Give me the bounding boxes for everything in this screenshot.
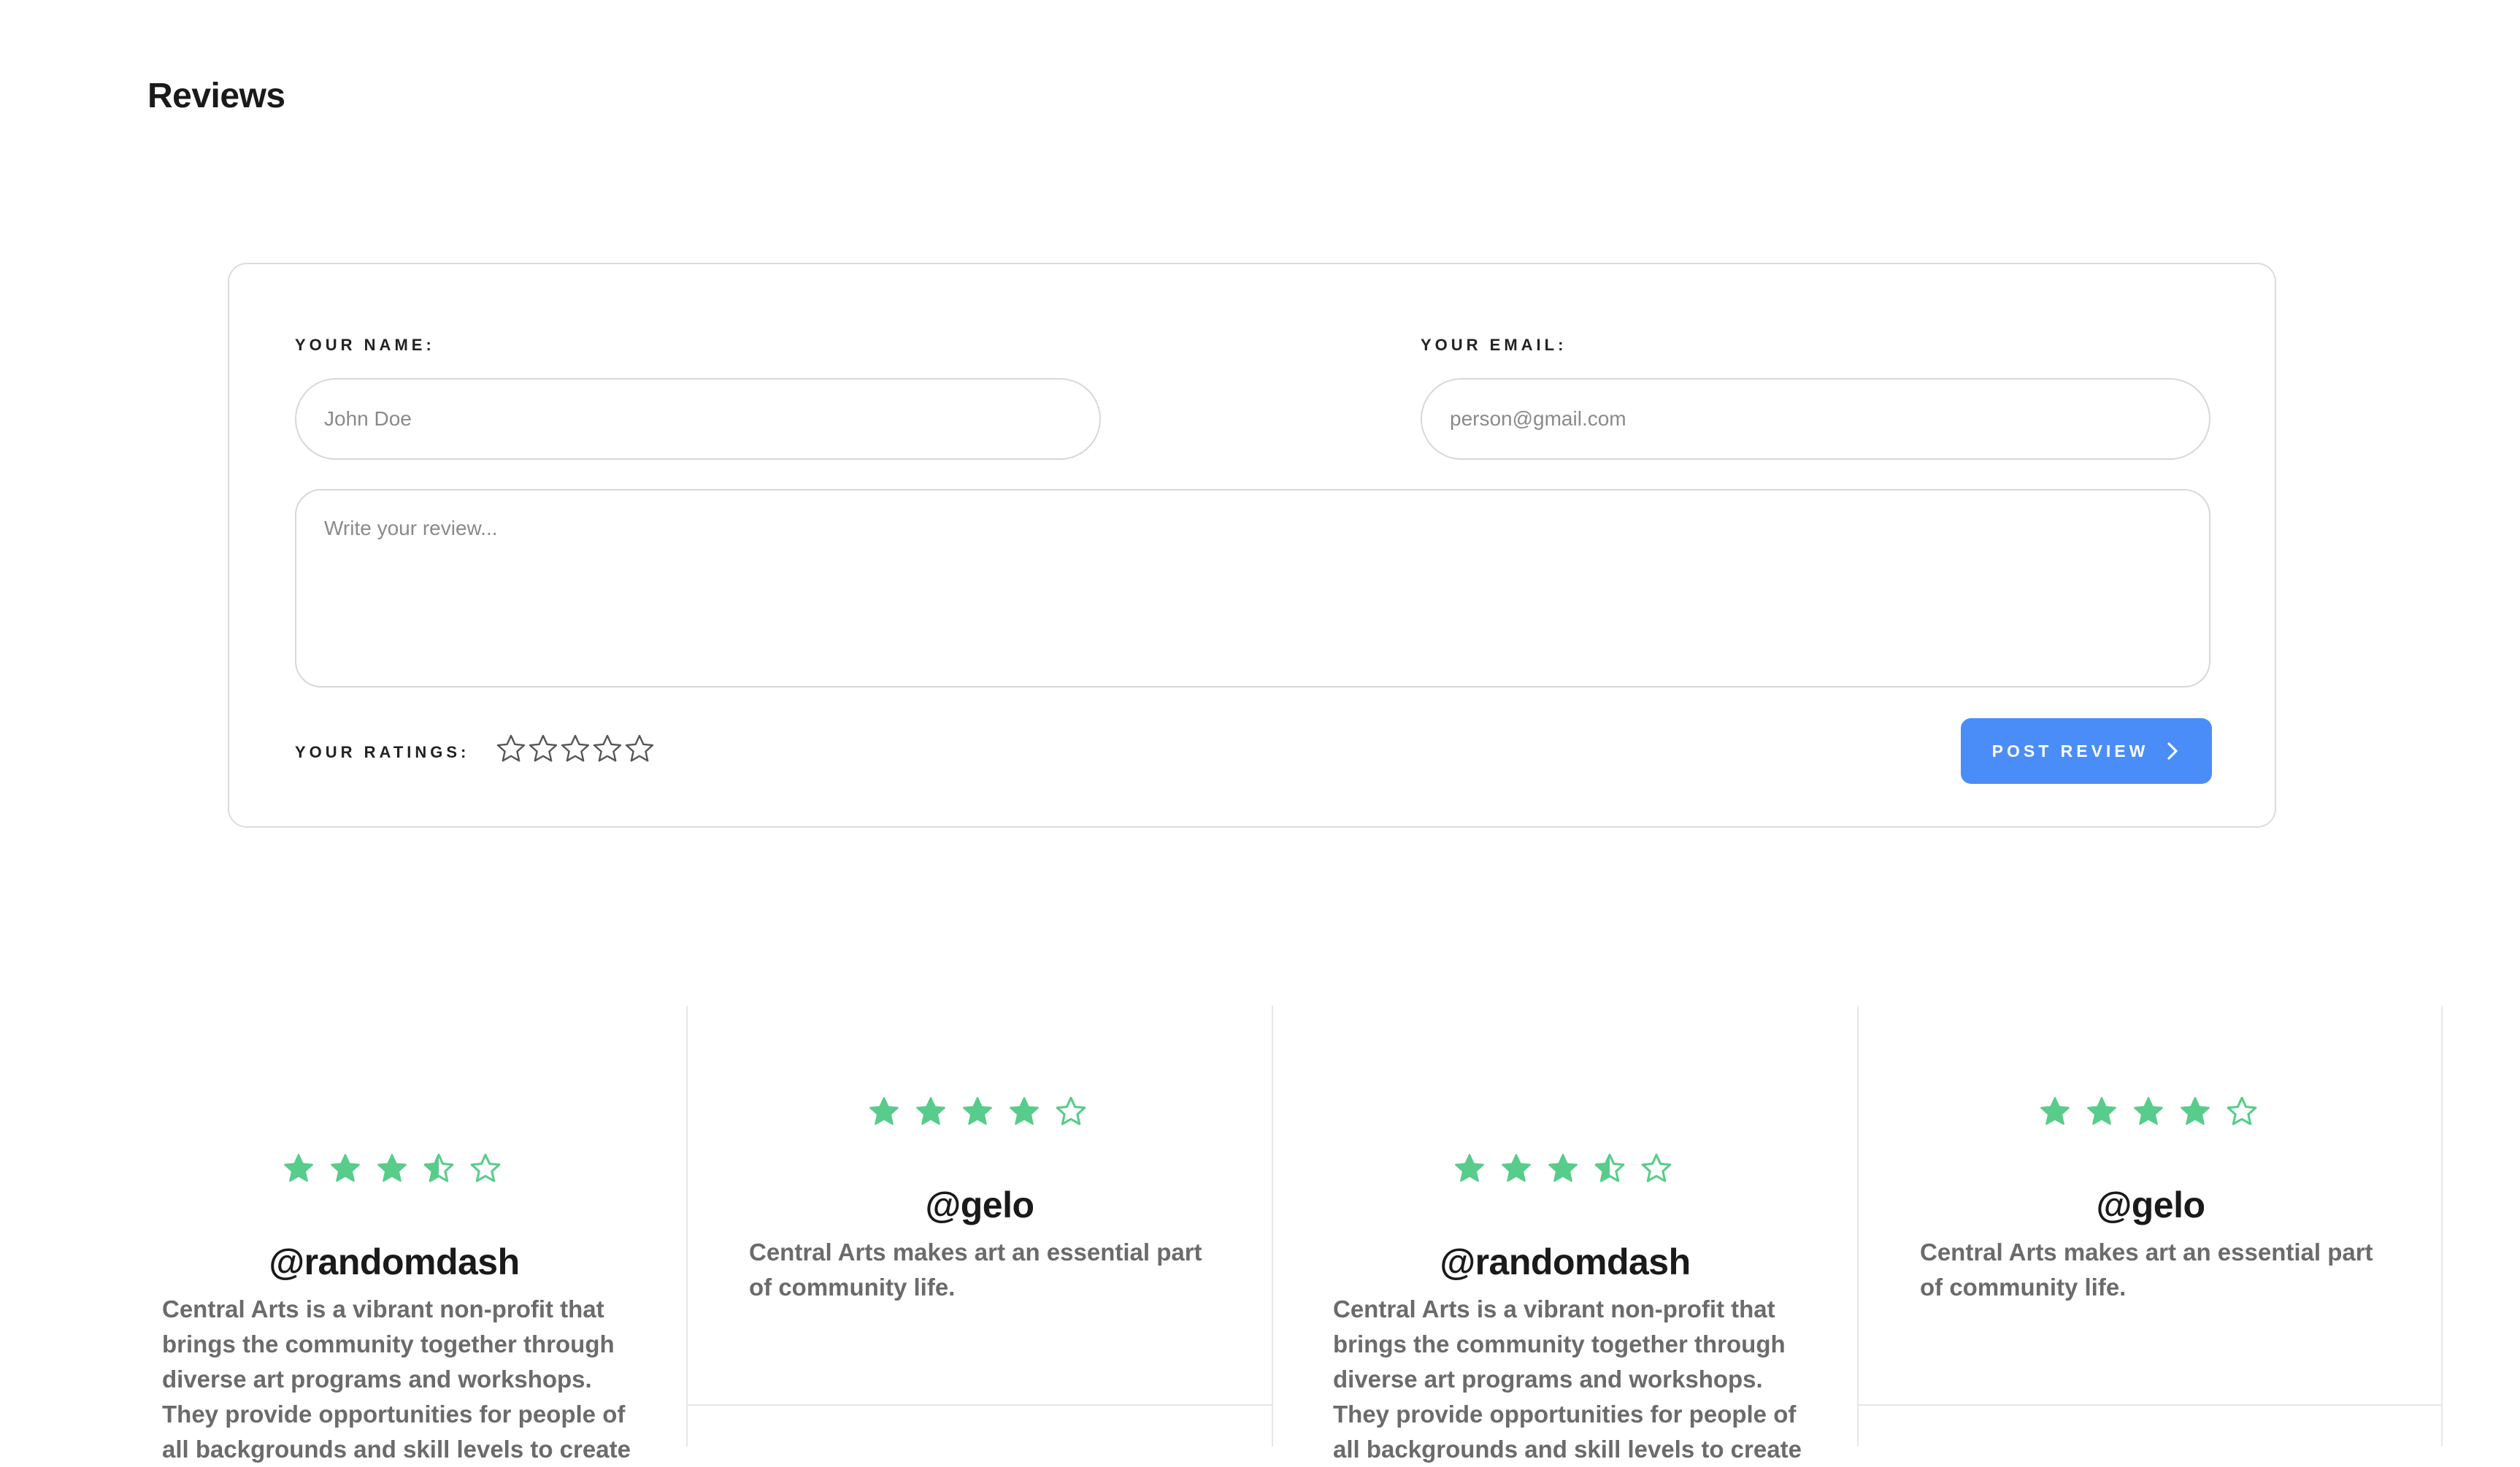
star-outline-icon[interactable] bbox=[559, 733, 591, 765]
review-username: @gelo bbox=[925, 1185, 1034, 1225]
chevron-right-icon bbox=[2167, 742, 2178, 760]
star-empty-icon bbox=[1056, 1096, 1086, 1125]
review-text: Central Arts makes art an essential part… bbox=[749, 1239, 1202, 1301]
star-filled-icon bbox=[331, 1154, 360, 1182]
review-text: Central Arts makes art an essential part… bbox=[1920, 1239, 2373, 1301]
star-filled-icon bbox=[284, 1154, 313, 1182]
review-text: Central Arts is a vibrant non-profit tha… bbox=[162, 1295, 631, 1463]
star-empty-icon bbox=[1641, 1153, 1672, 1182]
review-username: @gelo bbox=[2096, 1185, 2205, 1225]
star-filled-icon bbox=[1502, 1154, 1531, 1182]
page-title: Reviews bbox=[147, 77, 285, 115]
email-input[interactable] bbox=[1421, 378, 2210, 460]
star-filled-icon bbox=[1455, 1154, 1484, 1182]
star-outline-icon[interactable] bbox=[527, 733, 559, 765]
email-label: YOUR EMAIL: bbox=[1421, 336, 1567, 354]
star-outline-icon[interactable] bbox=[495, 733, 527, 765]
star-filled-icon bbox=[916, 1097, 945, 1125]
star-half-icon bbox=[1594, 1153, 1625, 1182]
review-card: @gelo Central Arts makes art an essentia… bbox=[1859, 1006, 2443, 1447]
rating-input[interactable] bbox=[495, 733, 656, 765]
review-username: @randomdash bbox=[1440, 1241, 1691, 1282]
review-card: @gelo Central Arts makes art an essentia… bbox=[688, 1006, 1272, 1447]
review-form: YOUR NAME: YOUR EMAIL: YOUR RATINGS: POS… bbox=[228, 263, 2276, 828]
review-rating bbox=[867, 1095, 1088, 1128]
star-filled-icon bbox=[963, 1097, 992, 1125]
ratings-label: YOUR RATINGS: bbox=[295, 743, 470, 761]
star-half-icon bbox=[423, 1153, 454, 1182]
star-filled-icon bbox=[1010, 1097, 1039, 1125]
reviews-list: @randomdash Central Arts is a vibrant no… bbox=[0, 1006, 2520, 1463]
row-divider bbox=[1859, 1404, 2443, 1406]
star-filled-icon bbox=[1548, 1154, 1578, 1182]
name-label: YOUR NAME: bbox=[295, 336, 435, 354]
review-textarea[interactable] bbox=[295, 489, 2210, 688]
star-empty-icon bbox=[2227, 1096, 2257, 1125]
review-text: Central Arts is a vibrant non-profit tha… bbox=[1333, 1295, 1802, 1463]
post-review-label: POST REVIEW bbox=[1991, 741, 2149, 761]
name-input[interactable] bbox=[295, 378, 1101, 460]
review-username: @randomdash bbox=[269, 1241, 520, 1282]
review-rating bbox=[2038, 1095, 2259, 1128]
row-divider bbox=[688, 1404, 1272, 1406]
star-outline-icon[interactable] bbox=[591, 733, 623, 765]
post-review-button[interactable]: POST REVIEW bbox=[1961, 718, 2212, 784]
star-filled-icon bbox=[869, 1097, 899, 1125]
star-outline-icon[interactable] bbox=[623, 733, 656, 765]
review-rating bbox=[1453, 1152, 1673, 1185]
star-filled-icon bbox=[2087, 1097, 2116, 1125]
star-filled-icon bbox=[2040, 1097, 2070, 1125]
review-card: @randomdash Central Arts is a vibrant no… bbox=[147, 1006, 685, 1463]
star-filled-icon bbox=[2134, 1097, 2163, 1125]
column-divider bbox=[2441, 1006, 2443, 1447]
review-rating bbox=[282, 1152, 502, 1185]
star-empty-icon bbox=[470, 1153, 501, 1182]
star-filled-icon bbox=[2181, 1097, 2210, 1125]
star-filled-icon bbox=[377, 1154, 407, 1182]
review-card: @randomdash Central Arts is a vibrant no… bbox=[1273, 1006, 1857, 1463]
